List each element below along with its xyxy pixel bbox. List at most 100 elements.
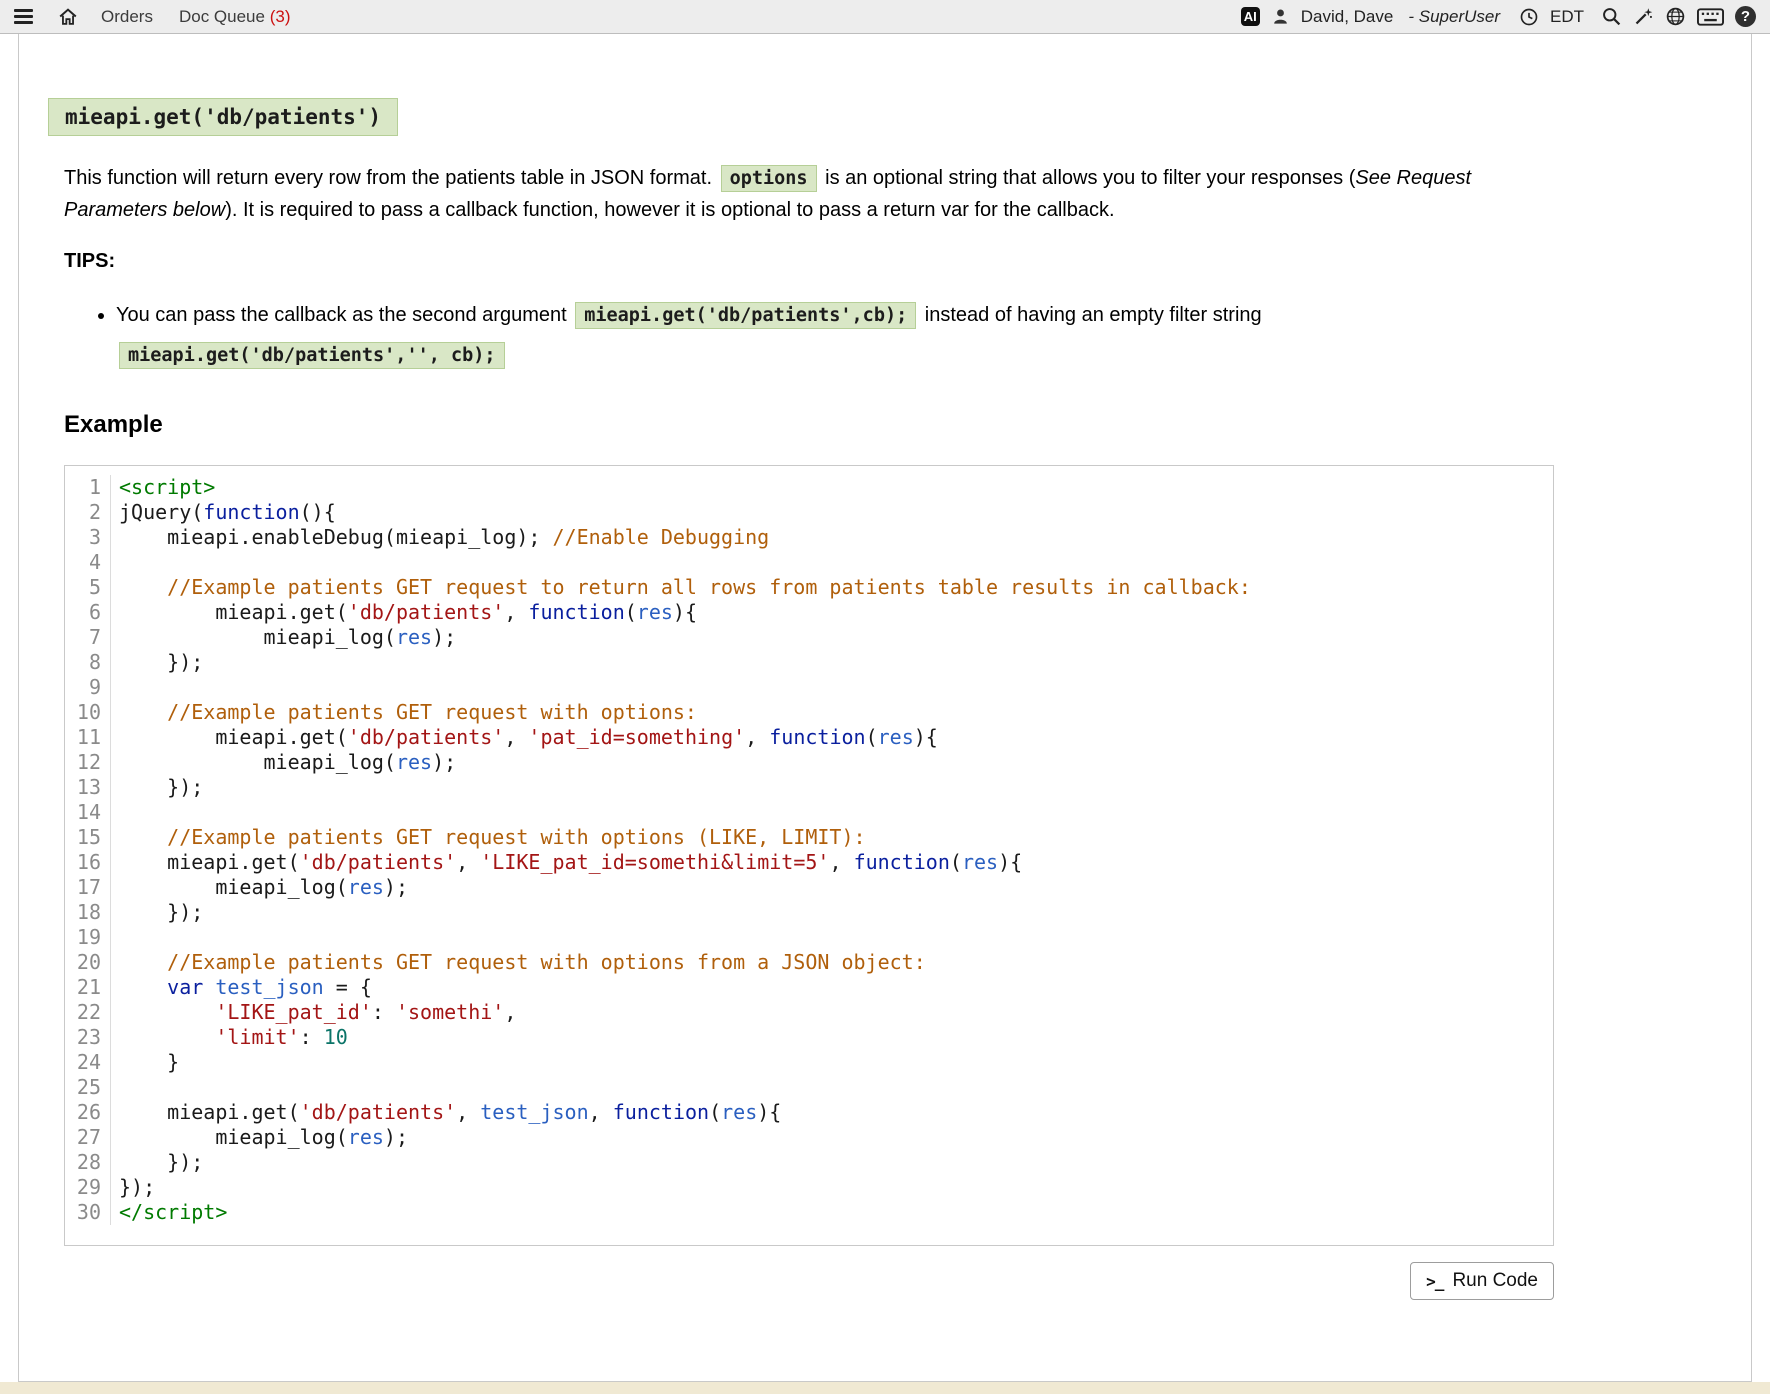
user-icon[interactable]	[1271, 7, 1290, 26]
doc-content: mieapi.get('db/patients') This function …	[64, 98, 1554, 1300]
code-line: 9	[65, 675, 1553, 700]
code-text: mieapi.enableDebug(mieapi_log); //Enable…	[111, 525, 769, 550]
doc-queue-label: Doc Queue	[179, 7, 265, 26]
line-number: 25	[65, 1075, 111, 1100]
menu-icon[interactable]	[14, 9, 33, 24]
line-number: 24	[65, 1050, 111, 1075]
tip-text-2: instead of having an empty filter string	[919, 304, 1261, 326]
run-row: >_ Run Code	[64, 1262, 1554, 1300]
code-line: 28 });	[65, 1150, 1553, 1175]
code-text	[111, 1075, 119, 1100]
line-number: 14	[65, 800, 111, 825]
user-name: David, Dave	[1301, 7, 1394, 27]
code-text: mieapi_log(res);	[111, 875, 408, 900]
code-text: mieapi_log(res);	[111, 625, 456, 650]
code-text: mieapi_log(res);	[111, 750, 456, 775]
timezone-label: EDT	[1550, 7, 1584, 27]
code-line: 4	[65, 550, 1553, 575]
code-line: 26 mieapi.get('db/patients', test_json, …	[65, 1100, 1553, 1125]
line-number: 4	[65, 550, 111, 575]
line-number: 23	[65, 1025, 111, 1050]
code-line: 20 //Example patients GET request with o…	[65, 950, 1553, 975]
wand-icon[interactable]	[1633, 6, 1654, 27]
code-text: //Example patients GET request to return…	[111, 575, 1251, 600]
code-line: 5 //Example patients GET request to retu…	[65, 575, 1553, 600]
help-icon[interactable]: ?	[1735, 6, 1756, 27]
code-text: jQuery(function(){	[111, 500, 336, 525]
code-text: 'LIKE_pat_id': 'somethi',	[111, 1000, 516, 1025]
line-number: 11	[65, 725, 111, 750]
code-line: 8 });	[65, 650, 1553, 675]
code-text: 'limit': 10	[111, 1025, 348, 1050]
line-number: 22	[65, 1000, 111, 1025]
code-text: mieapi.get('db/patients', test_json, fun…	[111, 1100, 781, 1125]
code-text: });	[111, 650, 203, 675]
line-number: 19	[65, 925, 111, 950]
code-line: 13 });	[65, 775, 1553, 800]
code-text: <script>	[111, 475, 215, 500]
doc-queue-count: (3)	[270, 7, 291, 26]
line-number: 3	[65, 525, 111, 550]
line-number: 2	[65, 500, 111, 525]
line-number: 1	[65, 475, 111, 500]
line-number: 9	[65, 675, 111, 700]
code-text: var test_json = {	[111, 975, 372, 1000]
inline-code-get-cb: mieapi.get('db/patients',cb);	[575, 302, 916, 329]
code-block: 1<script>2jQuery(function(){3 mieapi.ena…	[64, 465, 1554, 1246]
code-line: 25	[65, 1075, 1553, 1100]
code-line: 14	[65, 800, 1553, 825]
line-number: 27	[65, 1125, 111, 1150]
code-line: 11 mieapi.get('db/patients', 'pat_id=som…	[65, 725, 1553, 750]
nav-orders[interactable]: Orders	[101, 7, 153, 27]
code-line: 15 //Example patients GET request with o…	[65, 825, 1553, 850]
intro-paragraph: This function will return every row from…	[64, 162, 1554, 226]
line-number: 7	[65, 625, 111, 650]
code-line: 17 mieapi_log(res);	[65, 875, 1553, 900]
terminal-prompt-icon: >_	[1426, 1272, 1443, 1291]
inline-code-options: options	[721, 165, 817, 192]
run-code-button[interactable]: >_ Run Code	[1410, 1262, 1554, 1300]
code-text	[111, 675, 119, 700]
footer-band	[0, 1382, 1770, 1394]
run-code-label: Run Code	[1452, 1270, 1538, 1292]
code-text: });	[111, 1175, 155, 1200]
code-line: 3 mieapi.enableDebug(mieapi_log); //Enab…	[65, 525, 1553, 550]
code-line: 30</script>	[65, 1200, 1553, 1225]
code-text: //Example patients GET request with opti…	[111, 825, 866, 850]
code-line: 2jQuery(function(){	[65, 500, 1553, 525]
nav-doc-queue[interactable]: Doc Queue (3)	[179, 7, 291, 27]
code-text: </script>	[111, 1200, 227, 1225]
line-number: 15	[65, 825, 111, 850]
tip-item: You can pass the callback as the second …	[116, 295, 1554, 375]
code-text: mieapi.get('db/patients', 'pat_id=someth…	[111, 725, 938, 750]
code-line: 12 mieapi_log(res);	[65, 750, 1553, 775]
line-number: 8	[65, 650, 111, 675]
code-text: }	[111, 1050, 179, 1075]
doc-page: mieapi.get('db/patients') This function …	[18, 34, 1752, 1382]
ai-badge[interactable]: AI	[1241, 7, 1260, 26]
code-text: mieapi.get('db/patients', function(res){	[111, 600, 697, 625]
globe-icon[interactable]	[1665, 6, 1686, 27]
line-number: 17	[65, 875, 111, 900]
code-line: 16 mieapi.get('db/patients', 'LIKE_pat_i…	[65, 850, 1553, 875]
clock-icon[interactable]	[1519, 7, 1539, 27]
line-number: 28	[65, 1150, 111, 1175]
intro-text-2: is an optional string that allows you to…	[820, 167, 1356, 189]
topbar-right: AI David, Dave - SuperUser EDT	[1241, 6, 1756, 27]
page-title-code: mieapi.get('db/patients')	[48, 98, 398, 136]
line-number: 13	[65, 775, 111, 800]
line-number: 21	[65, 975, 111, 1000]
line-number: 10	[65, 700, 111, 725]
search-icon[interactable]	[1601, 6, 1622, 27]
topbar: Orders Doc Queue (3) AI David, Dave - Su…	[0, 0, 1770, 34]
line-number: 12	[65, 750, 111, 775]
code-text: });	[111, 775, 203, 800]
home-icon[interactable]	[57, 6, 79, 28]
line-number: 6	[65, 600, 111, 625]
code-text	[111, 550, 119, 575]
code-text: //Example patients GET request with opti…	[111, 950, 926, 975]
keyboard-icon[interactable]	[1697, 8, 1724, 26]
tip-text-1: You can pass the callback as the second …	[116, 304, 572, 326]
line-number: 20	[65, 950, 111, 975]
line-number: 30	[65, 1200, 111, 1225]
